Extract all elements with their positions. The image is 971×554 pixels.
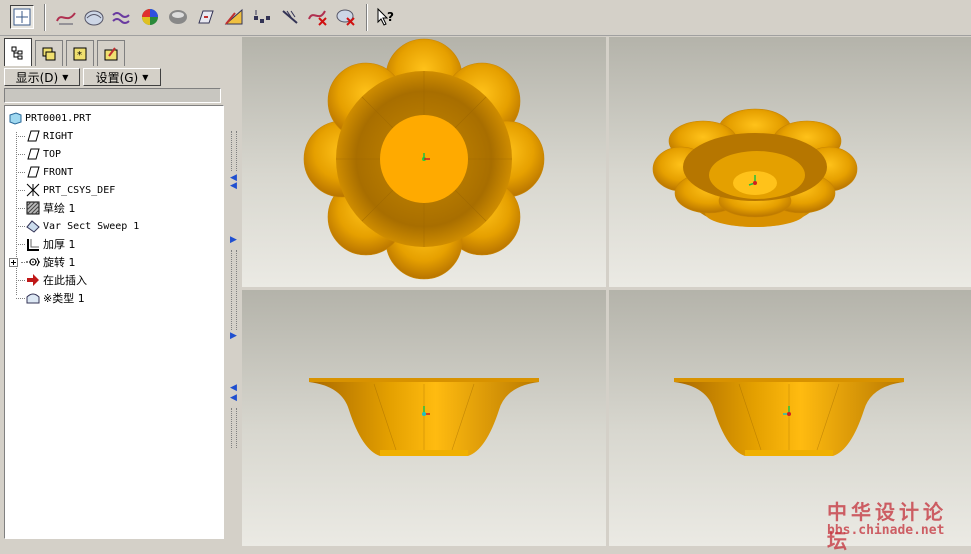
model-tree-panel: * 显示(D) ▼ 设置(G) ▼ PRT0001.PRT RIGHT TOP FR… xyxy=(0,36,228,546)
flower-bowl-top-view xyxy=(303,38,545,280)
svg-text:?: ? xyxy=(387,10,394,24)
tree-item-sweep[interactable]: Var Sect Sweep 1 xyxy=(25,218,139,234)
tree-filter-bar[interactable] xyxy=(4,88,221,103)
type-icon xyxy=(25,290,41,306)
thicken-icon xyxy=(25,236,41,252)
datum-plane-icon xyxy=(25,146,41,162)
tree-connector xyxy=(16,172,25,173)
tree-connector xyxy=(16,132,17,295)
tab-model-tree[interactable] xyxy=(4,38,32,66)
flower-bowl-front-view xyxy=(309,378,539,456)
delete-icon[interactable] xyxy=(306,5,330,29)
sweep-icon xyxy=(25,218,41,234)
insert-here-icon xyxy=(25,272,41,288)
tree-connector xyxy=(16,154,25,155)
remove-icon[interactable] xyxy=(334,5,358,29)
toolbar-separator xyxy=(366,4,368,31)
wave-curve-icon[interactable] xyxy=(110,5,134,29)
graphics-area xyxy=(240,36,971,546)
tree-connector xyxy=(16,190,25,191)
whats-this-icon[interactable]: ? xyxy=(374,5,398,29)
settings-menu-button[interactable]: 设置(G) ▼ xyxy=(83,68,161,86)
axis-icon[interactable] xyxy=(222,5,246,29)
tree-item-front[interactable]: FRONT xyxy=(25,164,73,180)
csys-icon xyxy=(25,182,41,198)
datum-plane-icon xyxy=(25,128,41,144)
tab-layers[interactable] xyxy=(35,40,63,66)
tree-item-thicken[interactable]: 加厚 1 xyxy=(25,236,76,252)
tree-item-insert-here[interactable]: 在此插入 xyxy=(25,272,87,288)
tree-connector xyxy=(16,226,25,227)
chevron-down-icon: ▼ xyxy=(62,72,69,82)
tree-root[interactable]: PRT0001.PRT xyxy=(7,110,91,126)
svg-text:*: * xyxy=(77,50,82,61)
tab-connections[interactable] xyxy=(97,40,125,66)
revolve-icon xyxy=(25,254,41,270)
tab-favorites[interactable]: * xyxy=(66,40,94,66)
datum-plane-icon[interactable] xyxy=(194,5,218,29)
connections-icon xyxy=(104,46,118,60)
points-icon[interactable] xyxy=(250,5,274,29)
collapse-left-icon[interactable]: ◀ xyxy=(230,384,237,393)
tree-connector xyxy=(16,244,25,245)
layers-icon xyxy=(42,47,56,60)
forum-watermark: 中华设计论坛 bbs.chinade.net xyxy=(823,496,965,553)
model-tree-icon xyxy=(11,46,23,59)
render-icon[interactable] xyxy=(166,5,190,29)
tree-item-top[interactable]: TOP xyxy=(25,146,61,162)
sketch-icon xyxy=(25,200,41,216)
splitter-grip xyxy=(231,131,237,171)
show-menu-button[interactable]: 显示(D) ▼ xyxy=(4,68,80,86)
datum-curve-icon[interactable] xyxy=(54,5,78,29)
model-tree: PRT0001.PRT RIGHT TOP FRONT PRT_CSYS_DEF… xyxy=(4,105,224,539)
sketch-surface-icon[interactable] xyxy=(82,5,106,29)
panel-splitter[interactable]: ◀ ◀ ▶ ▶ ◀ ◀ xyxy=(228,36,240,546)
watermark-url: bbs.chinade.net xyxy=(827,523,945,538)
splitter-grip xyxy=(231,250,237,330)
favorites-icon: * xyxy=(73,47,87,61)
tree-item-revolve[interactable]: 旋转 1 xyxy=(25,254,76,270)
tree-item-csys[interactable]: PRT_CSYS_DEF xyxy=(25,182,115,198)
expand-right-icon[interactable]: ▶ xyxy=(230,236,237,245)
collapse-left-icon[interactable]: ◀ xyxy=(230,182,237,191)
viewport-isometric-view[interactable] xyxy=(609,37,971,287)
toolbar-separator xyxy=(44,4,46,31)
main-toolbar: ? xyxy=(0,0,971,36)
tree-connector xyxy=(16,136,25,137)
expand-right-icon[interactable]: ▶ xyxy=(230,332,237,341)
tree-connector xyxy=(16,208,25,209)
tree-connector xyxy=(16,280,25,281)
tree-item-sketch[interactable]: 草绘 1 xyxy=(25,200,76,216)
orient-icon[interactable] xyxy=(10,5,34,29)
shade-icon[interactable] xyxy=(138,5,162,29)
plus-icon xyxy=(9,257,18,267)
viewport-front-view[interactable] xyxy=(242,290,606,546)
viewport-top-view[interactable] xyxy=(242,37,606,287)
flower-bowl-iso-view xyxy=(652,108,858,227)
tree-connector xyxy=(16,298,25,299)
collapse-left-icon[interactable]: ◀ xyxy=(230,394,237,403)
tree-item-right[interactable]: RIGHT xyxy=(25,128,73,144)
chevron-down-icon: ▼ xyxy=(142,72,149,82)
part-icon xyxy=(7,110,23,126)
coord-icon[interactable] xyxy=(278,5,302,29)
datum-plane-icon xyxy=(25,164,41,180)
expand-toggle[interactable] xyxy=(9,254,18,270)
splitter-grip xyxy=(231,408,237,448)
tree-item-type[interactable]: ※类型 1 xyxy=(25,290,85,306)
